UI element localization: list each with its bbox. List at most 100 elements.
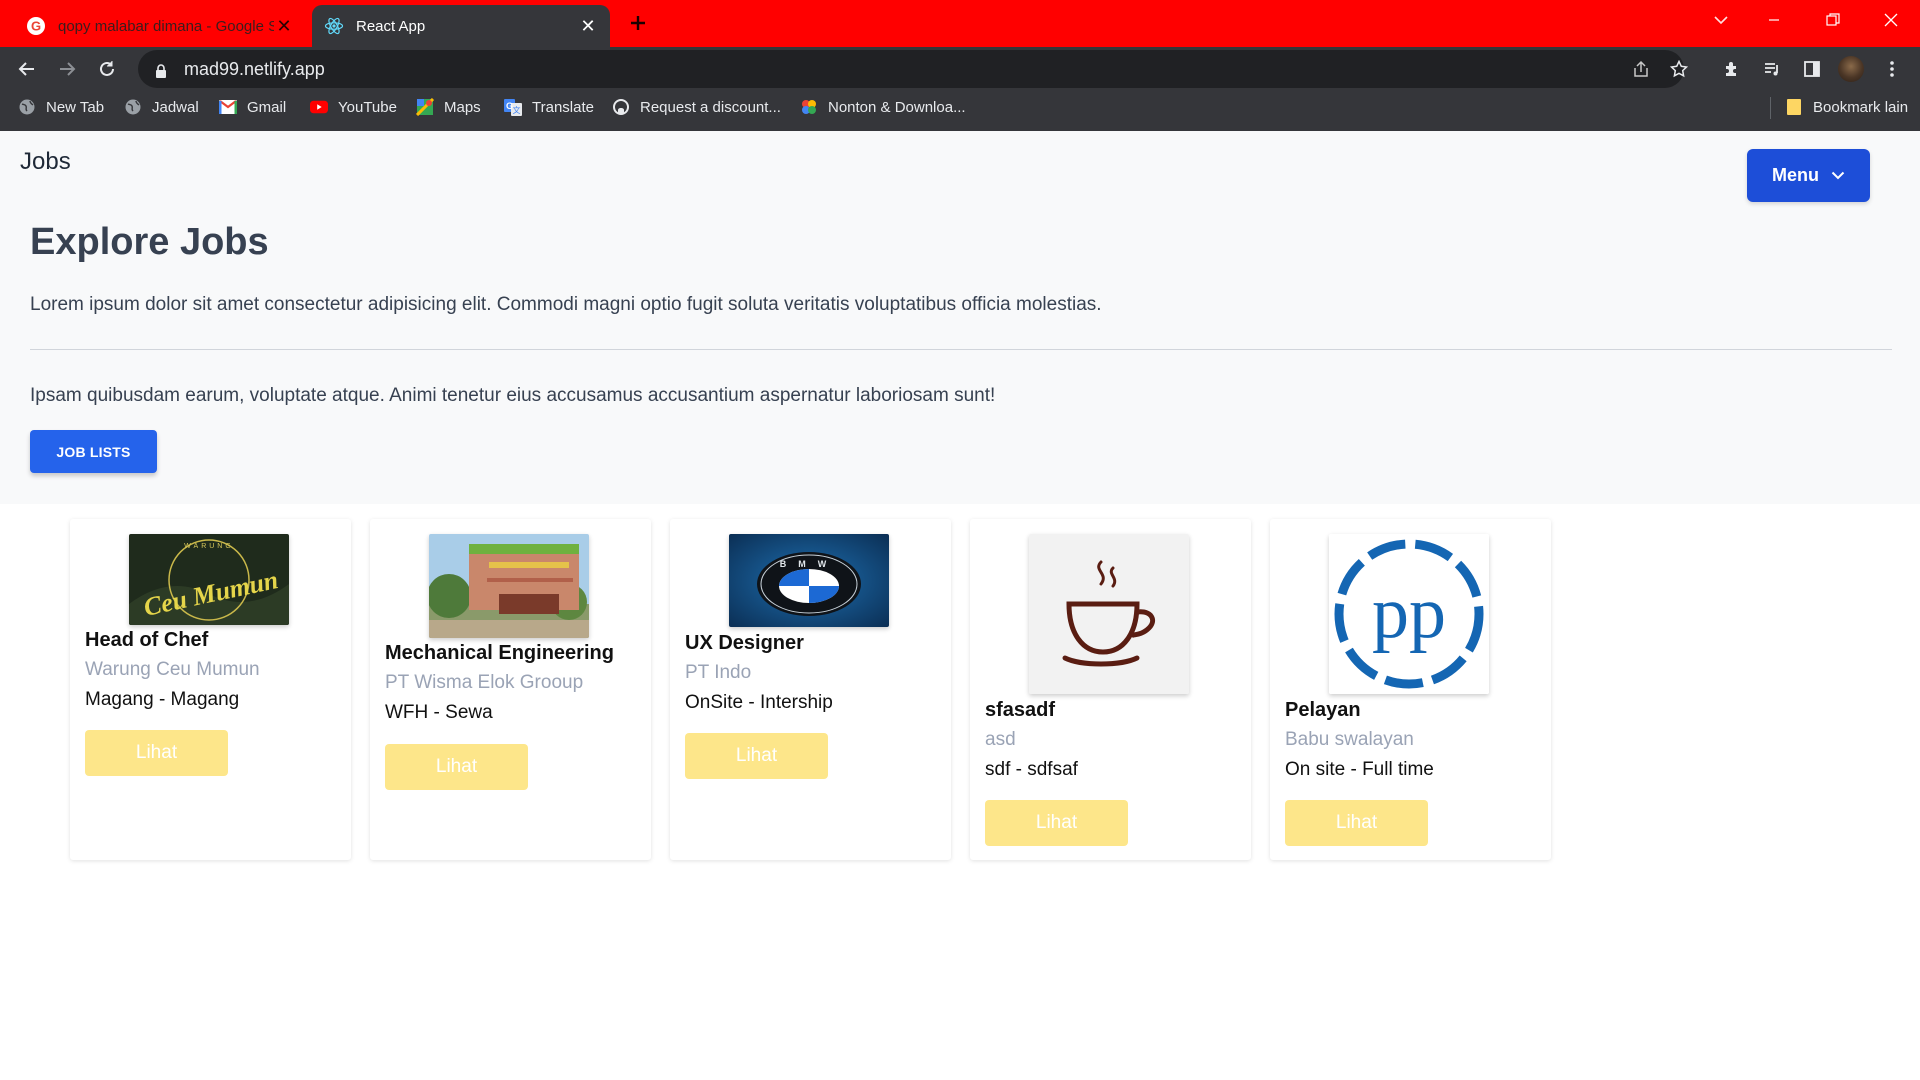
address-bar[interactable]: mad99.netlify.app bbox=[138, 50, 1688, 88]
more-options-icon[interactable] bbox=[1875, 52, 1909, 86]
bookmark-label: Gmail bbox=[247, 98, 287, 116]
minimize-window-icon[interactable] bbox=[1746, 0, 1802, 40]
browser-tab-strip: G qopy malabar dimana - Google S ✕ React… bbox=[0, 0, 1920, 47]
page-title: Explore Jobs bbox=[30, 221, 269, 263]
job-card: pp Pelayan Babu swalayan On site - Full … bbox=[1270, 519, 1551, 860]
maps-icon bbox=[416, 98, 434, 116]
extensions-icon[interactable] bbox=[1715, 52, 1749, 86]
restore-window-icon[interactable] bbox=[1805, 0, 1861, 40]
bookmark-label: Translate bbox=[532, 98, 594, 116]
forward-arrow-icon[interactable] bbox=[50, 52, 84, 86]
job-company: PT Wisma Elok Grooup bbox=[385, 672, 584, 693]
job-card: BMW UX Designer PT Indo OnSite - Intersh… bbox=[670, 519, 951, 860]
coffee-cup-image bbox=[1029, 534, 1189, 694]
reload-icon[interactable] bbox=[90, 52, 124, 86]
bookmark-label: Request a discount... bbox=[640, 98, 781, 116]
bookmark-request-discount[interactable]: Request a discount... bbox=[612, 93, 781, 121]
job-title: UX Designer bbox=[685, 632, 804, 654]
bookmark-other-folder[interactable]: Bookmark lain bbox=[1785, 93, 1908, 121]
hero-divider bbox=[30, 349, 1892, 350]
browser-tab-google[interactable]: G qopy malabar dimana - Google S ✕ bbox=[14, 5, 306, 47]
new-tab-button[interactable] bbox=[622, 7, 654, 39]
close-tab-icon[interactable]: ✕ bbox=[578, 16, 598, 36]
bookmark-label: Bookmark lain bbox=[1813, 98, 1909, 116]
company-logo-image: BMW bbox=[729, 534, 889, 627]
job-lists-button[interactable]: JOB LISTS bbox=[30, 430, 157, 473]
tab-title: qopy malabar dimana - Google S bbox=[58, 17, 274, 35]
job-card: Mechanical Engineering PT Wisma Elok Gro… bbox=[370, 519, 651, 860]
page-viewport: Jobs Menu Explore Jobs Lorem ipsum dolor… bbox=[0, 131, 1920, 1080]
logo-text: pp bbox=[1372, 572, 1446, 654]
job-type: OnSite - Intership bbox=[685, 692, 833, 713]
hero-sub-text: Ipsam quibusdam earum, voluptate atque. … bbox=[30, 385, 996, 406]
side-panel-icon[interactable] bbox=[1795, 52, 1829, 86]
menu-button-label: Menu bbox=[1772, 165, 1819, 185]
bookmark-label: Maps bbox=[444, 98, 481, 116]
job-company: Warung Ceu Mumun bbox=[85, 659, 260, 680]
bookmark-translate[interactable]: G文 Translate bbox=[504, 93, 594, 121]
svg-text:G: G bbox=[31, 19, 41, 34]
bookmark-new-tab[interactable]: New Tab bbox=[18, 93, 104, 121]
github-icon bbox=[612, 98, 630, 116]
job-title: sfasadf bbox=[985, 699, 1056, 721]
close-tab-icon[interactable]: ✕ bbox=[274, 16, 294, 36]
company-building-image bbox=[429, 534, 589, 638]
folder-icon bbox=[1785, 98, 1803, 116]
bookmark-label: New Tab bbox=[46, 98, 105, 116]
lihat-button[interactable]: Lihat bbox=[1285, 800, 1428, 846]
globe-icon bbox=[18, 98, 36, 116]
lihat-button[interactable]: Lihat bbox=[685, 733, 828, 779]
chevron-down-icon bbox=[1831, 171, 1845, 180]
bookmark-gmail[interactable]: Gmail bbox=[219, 93, 286, 121]
job-type: WFH - Sewa bbox=[385, 702, 493, 723]
job-title: Mechanical Engineering bbox=[385, 642, 614, 664]
company-logo-image: pp bbox=[1329, 534, 1489, 694]
lihat-button[interactable]: Lihat bbox=[385, 744, 528, 790]
job-type: On site - Full time bbox=[1285, 759, 1434, 780]
job-card: WARUNG Ceu Mumun Head of Chef Warung Ceu… bbox=[70, 519, 351, 860]
close-window-icon[interactable] bbox=[1863, 0, 1919, 40]
browser-tab-react-app[interactable]: React App ✕ bbox=[312, 5, 610, 47]
media-queue-icon[interactable] bbox=[1755, 52, 1789, 86]
back-arrow-icon[interactable] bbox=[10, 52, 44, 86]
bookmark-jadwal[interactable]: Jadwal bbox=[124, 93, 199, 121]
lihat-button[interactable]: Lihat bbox=[85, 730, 228, 776]
gmail-icon bbox=[219, 98, 237, 116]
job-card: sfasadf asd sdf - sdfsaf Lihat bbox=[970, 519, 1251, 860]
bookmark-nonton[interactable]: Nonton & Downloa... bbox=[800, 93, 966, 121]
translate-icon: G文 bbox=[504, 98, 522, 116]
lihat-button[interactable]: Lihat bbox=[985, 800, 1128, 846]
logo-text: BMW bbox=[780, 559, 839, 569]
globe-icon bbox=[124, 98, 142, 116]
bookmark-label: YouTube bbox=[338, 98, 397, 116]
bookmark-maps[interactable]: Maps bbox=[416, 93, 481, 121]
lock-icon bbox=[154, 62, 168, 78]
company-logo-image: WARUNG Ceu Mumun bbox=[129, 534, 289, 625]
navbar-brand[interactable]: Jobs bbox=[20, 148, 71, 176]
url-text: mad99.netlify.app bbox=[184, 58, 325, 79]
bookmark-star-icon[interactable] bbox=[1661, 50, 1697, 88]
react-icon bbox=[324, 16, 344, 36]
bookmark-label: Nonton & Downloa... bbox=[828, 98, 966, 116]
tab-title: React App bbox=[356, 17, 426, 35]
job-company: asd bbox=[985, 729, 1016, 750]
share-icon[interactable] bbox=[1623, 50, 1659, 88]
hero-lead-text: Lorem ipsum dolor sit amet consectetur a… bbox=[30, 294, 1102, 315]
menu-button[interactable]: Menu bbox=[1747, 149, 1870, 202]
bookmark-label: Jadwal bbox=[152, 98, 199, 116]
profile-avatar[interactable] bbox=[1838, 56, 1864, 82]
job-type: Magang - Magang bbox=[85, 689, 240, 710]
job-type: sdf - sdfsaf bbox=[985, 759, 1078, 780]
job-company: Babu swalayan bbox=[1285, 729, 1414, 750]
google-icon: G bbox=[26, 16, 46, 36]
tab-search-icon[interactable] bbox=[1693, 0, 1749, 40]
svg-text:文: 文 bbox=[513, 105, 521, 115]
logo-top-text: WARUNG bbox=[184, 543, 234, 550]
colorful-icon bbox=[800, 98, 818, 116]
hero-section: Jobs Menu Explore Jobs Lorem ipsum dolor… bbox=[0, 131, 1920, 504]
bookmark-youtube[interactable]: YouTube bbox=[310, 93, 397, 121]
job-company: PT Indo bbox=[685, 662, 752, 683]
job-title: Head of Chef bbox=[85, 629, 209, 651]
youtube-icon bbox=[310, 98, 328, 116]
job-title: Pelayan bbox=[1285, 699, 1361, 721]
